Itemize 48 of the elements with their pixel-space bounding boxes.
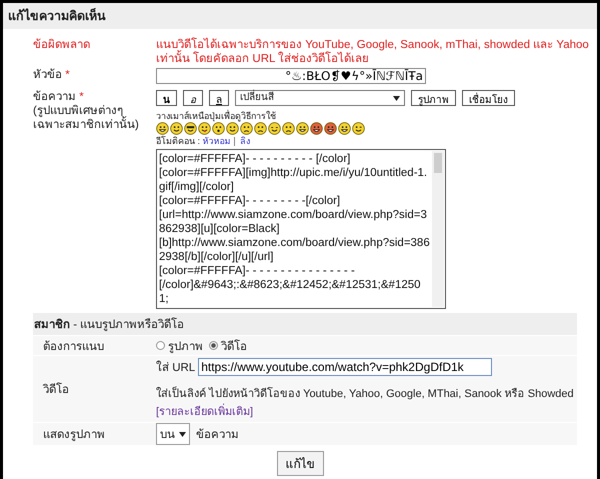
emoticon-icon[interactable] bbox=[338, 122, 351, 135]
italic-button[interactable]: อ bbox=[183, 90, 203, 106]
attach-radio[interactable]: รูปภาพ bbox=[156, 336, 203, 354]
emoticon-icon[interactable] bbox=[184, 122, 197, 135]
error-message: แนบวิดีโอได้เฉพาะบริการของ YouTube, Google, Sanook, mThai, showded และ Yahoo เท่านั้น โดยคัดลอก URL ใส่ช่องวิดีโอได้เลย bbox=[156, 38, 590, 66]
dropdown-arrow-icon bbox=[393, 96, 400, 100]
member-section-header: สมาชิก - แนบรูปภาพหรือวิดีโอ bbox=[33, 313, 577, 335]
video-label: วิดีโอ bbox=[42, 382, 70, 398]
url-label: ใส่ URL bbox=[156, 360, 196, 376]
error-label: ข้อผิดพลาด bbox=[32, 38, 91, 53]
color-dropdown[interactable]: เปลี่ยนสี bbox=[235, 90, 405, 106]
emoticon-icon[interactable] bbox=[212, 122, 225, 135]
dropdown-arrow-icon bbox=[179, 432, 186, 436]
emoticon-set-link[interactable]: ลิง bbox=[240, 136, 250, 146]
emoticon-set-link[interactable]: หัวหอม bbox=[202, 136, 231, 146]
attach-radio[interactable]: วิดีโอ bbox=[209, 336, 247, 354]
underline-button[interactable]: ล bbox=[209, 90, 229, 106]
subject-field[interactable]: °♨:BŁO❡♥ϟ°»ĪℕℱℕĪŦa bbox=[156, 68, 426, 84]
emoticon-icon[interactable] bbox=[254, 122, 267, 135]
video-url-field[interactable]: https://www.youtube.com/watch?v=phk2DgDfD1k bbox=[198, 358, 492, 376]
toolbar-hint: วางเมาส์เหนือปุ่มเพื่อดูวิธีการใช้ bbox=[156, 110, 277, 122]
emoticon-icon[interactable] bbox=[198, 122, 211, 135]
section-header: แก้ไขความคิดเห็น bbox=[3, 3, 597, 29]
image-position-label: แสดงรูปภาพ bbox=[42, 428, 106, 443]
emoticon-sets-label: อีโมติคอน : bbox=[156, 136, 200, 146]
emoticon-icon[interactable] bbox=[324, 122, 337, 135]
emoticon-icon[interactable] bbox=[240, 122, 253, 135]
more-details-link[interactable]: [รายละเอียดเพิ่มเติม] bbox=[156, 402, 254, 420]
toolbar-button[interactable]: เชื่อมโยง bbox=[462, 90, 515, 106]
emoticon-icon[interactable] bbox=[156, 122, 169, 135]
emoticon-icon[interactable] bbox=[170, 122, 183, 135]
bold-button[interactable]: น bbox=[156, 90, 177, 106]
position-dropdown[interactable]: บน bbox=[156, 423, 190, 445]
message-textarea[interactable]: [color=#FFFFFA]- - - - - - - - - - [/color] [color=#FFFFFA][img]http://upic.me/i/yu/10untitled-1.gif[/img][/color] [color=#FFFFFA]- - - - - - - - -[/color] [url=http://www.siamzone.com/board/view.php?sid=3862938][u][color=Black] [b]http://www.siamzone.com/board/view.php?sid=3862938[/b][/color][/u][/url] [color=#FFFFFA]- - - - - - - - - - - - - - - - [/color]&#9643;:&#8623;&#12452;&#12531;&#12501; bbox=[156, 149, 446, 309]
emoticon-icon[interactable] bbox=[226, 122, 239, 135]
subject-label: หัวข้อ * bbox=[32, 68, 71, 83]
toolbar-button[interactable]: รูปภาพ bbox=[411, 90, 456, 106]
attach-label: ต้องการแนบ bbox=[42, 340, 105, 354]
position-suffix: ข้อความ bbox=[196, 428, 239, 443]
submit-button[interactable]: แก้ไข bbox=[276, 451, 324, 476]
emoticon-icon[interactable] bbox=[282, 122, 295, 135]
video-help-text: ใส่เป็นลิงค์ ไปยังหน้าวิดีโอของ Youtube, Yahoo, Google, MThai, Sanook หรือ Showded bbox=[156, 385, 574, 402]
emoticon-icon[interactable] bbox=[268, 122, 281, 135]
message-label: ข้อความ * bbox=[33, 90, 85, 104]
emoticon-icon[interactable] bbox=[310, 122, 323, 135]
emoticon-icon[interactable] bbox=[296, 122, 309, 135]
emoticon-icon[interactable] bbox=[352, 122, 365, 135]
message-note: (รูปแบบพิเศษต่างๆ เฉพาะสมาชิกเท่านั้น) bbox=[33, 104, 140, 132]
